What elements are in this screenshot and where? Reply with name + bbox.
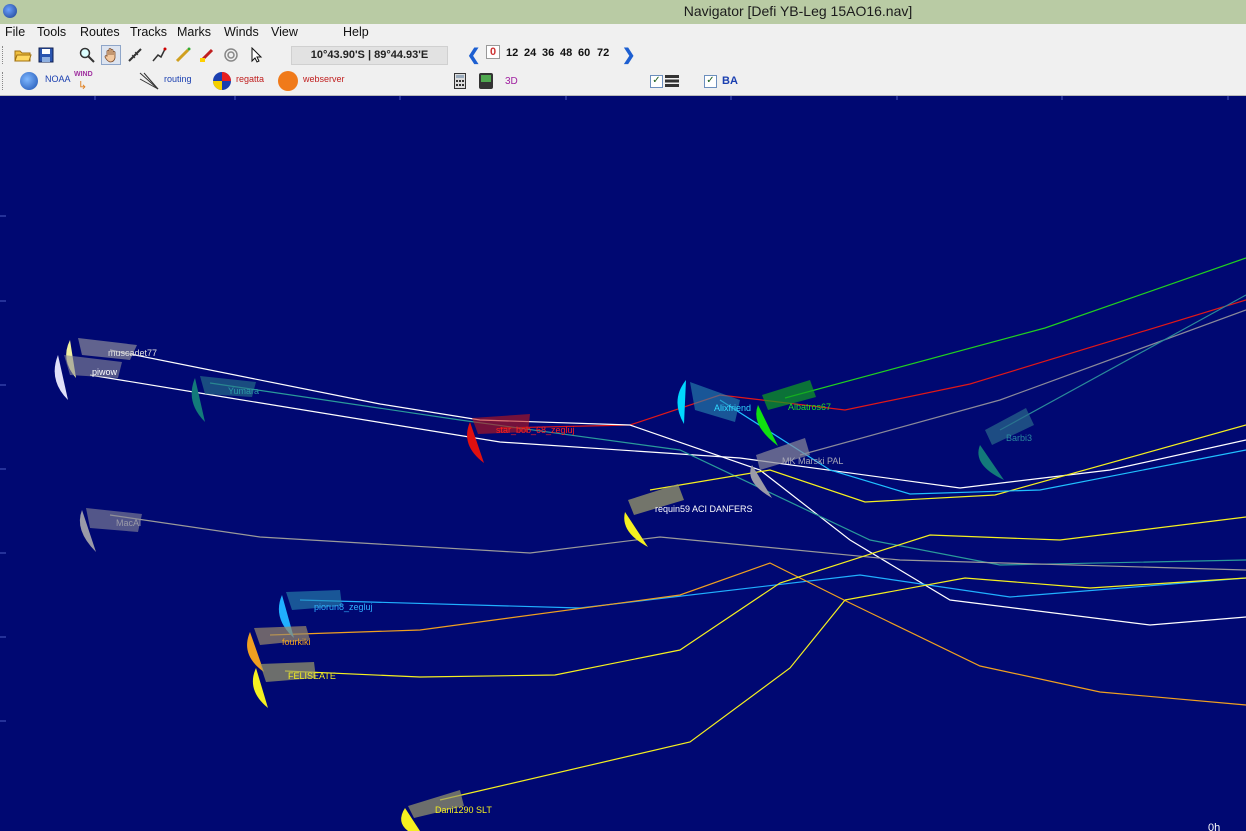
noaa-globe-icon[interactable] (20, 72, 38, 90)
track-fourkiki-orange[interactable] (269, 562, 1246, 706)
boat-label-alixfriend: Alixfriend (714, 403, 751, 413)
menu-tracks[interactable]: Tracks (130, 25, 167, 39)
ruler-measure-icon[interactable] (125, 45, 145, 65)
boat-yumara[interactable]: Yumara (191, 376, 259, 422)
noaa-label[interactable]: NOAA (45, 74, 71, 84)
boat-label-marski: MK Marski PAL (782, 456, 843, 466)
menu-view[interactable]: View (271, 25, 298, 39)
boat-dani1290[interactable]: Dani1290 SLT (401, 790, 492, 831)
boat-label-muscadet77: muscadet77 (108, 348, 157, 358)
boat-barbi3[interactable]: Barbi3 (978, 408, 1034, 480)
track-star-bob[interactable] (499, 299, 1246, 429)
chart-map-area[interactable]: muscadet77 piwow Yumara star_bob_68_zegl… (0, 96, 1246, 831)
boat-albatros67[interactable]: Albatros67 (756, 380, 831, 446)
menu-help[interactable]: Help (343, 25, 369, 39)
boat-label-star-bob: star_bob_68_zegluj (496, 425, 575, 435)
zoom-magnifier-icon[interactable] (77, 45, 97, 65)
open-folder-icon[interactable] (13, 45, 33, 65)
track-albatros67[interactable] (784, 257, 1246, 399)
title-bar: Navigator [Defi YB-Leg 15AO16.nav] (0, 0, 1246, 24)
hour-0[interactable]: 0 (486, 45, 501, 59)
hour-48[interactable]: 48 (560, 47, 572, 59)
route-line-icon[interactable] (149, 45, 169, 65)
menu-bar: File Tools Routes Tracks Marks Winds Vie… (0, 24, 1246, 42)
hour-72[interactable]: 72 (597, 47, 609, 59)
boat-label-fourkiki: fourkiki (282, 637, 311, 647)
eraser-brush-icon[interactable] (197, 45, 217, 65)
menu-winds[interactable]: Winds (224, 25, 259, 39)
boat-label-piwow: piwow (92, 367, 118, 377)
track-macal[interactable] (109, 514, 1246, 571)
hour-60[interactable]: 60 (578, 47, 590, 59)
wind-label[interactable]: WIND (74, 71, 93, 78)
webserver-icon[interactable] (278, 71, 298, 91)
time-offset-label: 0h (1208, 822, 1220, 831)
boat-macal[interactable]: MacAl (79, 508, 142, 552)
tracks-layer: muscadet77 piwow Yumara star_bob_68_zegl… (0, 96, 1246, 831)
ba-label[interactable]: BA (722, 75, 738, 87)
time-forward-arrow-icon[interactable]: ❯ (622, 45, 635, 65)
target-circle-icon[interactable] (221, 45, 241, 65)
pencil-icon[interactable] (173, 45, 193, 65)
boat-label-feliseate: FELISEATE (288, 671, 336, 681)
time-back-arrow-icon[interactable]: ❮ (467, 45, 480, 65)
window-title: Navigator [Defi YB-Leg 15AO16.nav] (683, 3, 913, 19)
boat-star-bob[interactable]: star_bob_68_zegluj (467, 414, 575, 463)
boat-requin59[interactable]: requin59 ACI DANFERS (624, 484, 753, 547)
boat-piwow[interactable]: piwow (54, 355, 122, 400)
regatta-icon[interactable] (212, 71, 232, 91)
gps-device-icon[interactable] (477, 72, 495, 90)
menu-marks[interactable]: Marks (177, 25, 211, 39)
boat-label-albatros67: Albatros67 (788, 402, 831, 412)
track-barbi[interactable] (999, 294, 1246, 431)
save-icon[interactable] (36, 45, 56, 65)
calculator-icon[interactable] (454, 73, 466, 89)
boat-label-requin59: requin59 ACI DANFERS (655, 504, 753, 514)
layers-list-icon[interactable] (665, 75, 679, 87)
boat-alixfriend[interactable]: Alixfriend (677, 380, 751, 424)
view-3d-label[interactable]: 3D (505, 76, 518, 87)
boat-label-yumara: Yumara (228, 386, 259, 396)
routing-label[interactable]: routing (164, 74, 192, 84)
track-feliseate-yellow[interactable] (284, 516, 1246, 678)
boat-label-barbi3: Barbi3 (1006, 433, 1032, 443)
hour-12[interactable]: 12 (506, 47, 518, 59)
pointer-arrow-icon[interactable] (246, 45, 266, 65)
track-piorun-blue[interactable] (299, 574, 1246, 609)
cursor-coordinates: 10°43.90'S | 89°44.93'E (291, 46, 448, 65)
menu-tools[interactable]: Tools (37, 25, 66, 39)
toolbar-grip-2[interactable] (2, 72, 6, 90)
secondary-toolbar: NOAA WIND ↳ routing regatta webserver 3D… (0, 68, 1246, 96)
main-toolbar: 10°43.90'S | 89°44.93'E ❮ 0 12 24 36 48 … (0, 42, 1246, 68)
regatta-label[interactable]: regatta (236, 74, 264, 84)
grid-ticks (0, 96, 1229, 722)
hour-24[interactable]: 24 (524, 47, 536, 59)
boat-label-piorun8: piorun8_zegluj (314, 602, 373, 612)
layers-checkbox[interactable]: ✓ (650, 75, 663, 88)
pan-hand-icon[interactable] (101, 45, 121, 65)
boat-label-macal: MacAl (116, 518, 141, 528)
boat-feliseate[interactable]: FELISEATE (252, 662, 336, 708)
boat-label-dani1290: Dani1290 SLT (435, 805, 492, 815)
ba-checkbox[interactable]: ✓ (704, 75, 717, 88)
track-dani-yellow[interactable] (439, 599, 846, 801)
hour-36[interactable]: 36 (542, 47, 554, 59)
menu-file[interactable]: File (5, 25, 25, 39)
routing-fan-icon[interactable] (138, 71, 160, 91)
toolbar-grip[interactable] (2, 46, 6, 64)
wind-arrow-icon[interactable]: ↳ (78, 79, 87, 92)
menu-routes[interactable]: Routes (80, 25, 120, 39)
webserver-label[interactable]: webserver (303, 74, 345, 84)
track-piwow-white[interactable] (89, 374, 1246, 489)
